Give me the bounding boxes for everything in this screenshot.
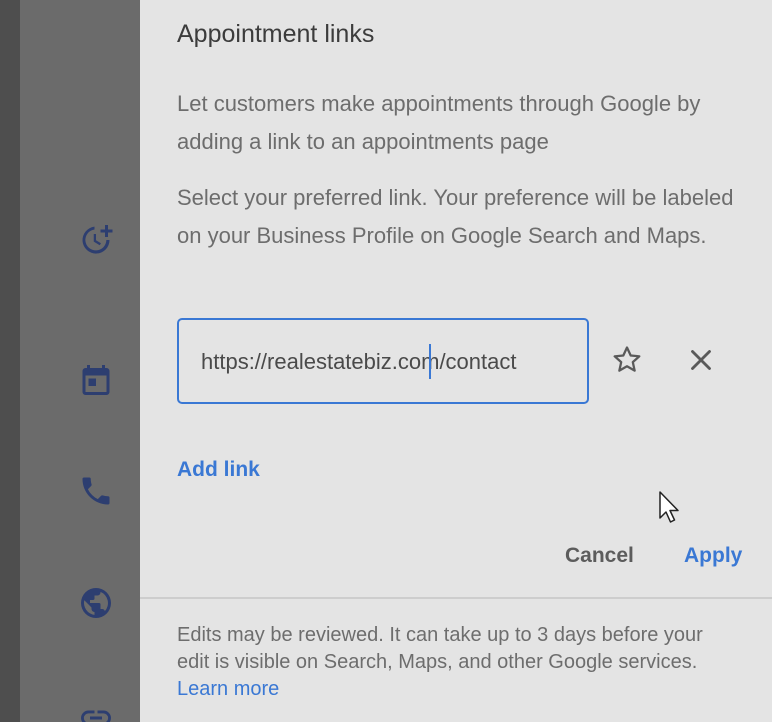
link-icon bbox=[78, 700, 114, 722]
close-icon bbox=[691, 350, 711, 370]
review-notice-text: Edits may be reviewed. It can take up to… bbox=[177, 624, 703, 673]
remove-link-button[interactable] bbox=[682, 341, 720, 379]
learn-more-link[interactable]: Learn more bbox=[177, 678, 279, 700]
appointment-link-input[interactable]: https://realestatebiz.com/contact bbox=[177, 318, 589, 404]
appointment-link-value[interactable]: https://realestatebiz.com/contact bbox=[201, 349, 565, 375]
phone-icon bbox=[78, 473, 114, 509]
footer-divider bbox=[140, 597, 772, 599]
calendar-icon bbox=[78, 362, 114, 398]
background-text-fragment bbox=[131, 229, 140, 245]
more-hours-icon bbox=[78, 222, 114, 258]
star-outline-icon bbox=[613, 346, 641, 372]
review-notice: Edits may be reviewed. It can take up to… bbox=[177, 622, 737, 703]
dialog-instructions-text: Select your preferred link. Your prefere… bbox=[177, 185, 734, 248]
dialog-intro-text: Let customers make appointments through … bbox=[177, 91, 701, 154]
add-link-button[interactable]: Add link bbox=[177, 458, 260, 482]
dialog-title: Appointment links bbox=[177, 20, 375, 48]
page-edge bbox=[0, 0, 20, 722]
mouse-pointer-icon bbox=[659, 491, 679, 523]
cancel-button[interactable]: Cancel bbox=[565, 544, 634, 568]
appointment-links-dialog: Appointment links Let customers make app… bbox=[140, 0, 772, 722]
globe-icon bbox=[78, 585, 114, 621]
apply-button[interactable]: Apply bbox=[684, 544, 742, 568]
preferred-link-star-button[interactable] bbox=[608, 341, 646, 379]
background-page bbox=[20, 0, 140, 722]
text-caret bbox=[429, 344, 431, 379]
